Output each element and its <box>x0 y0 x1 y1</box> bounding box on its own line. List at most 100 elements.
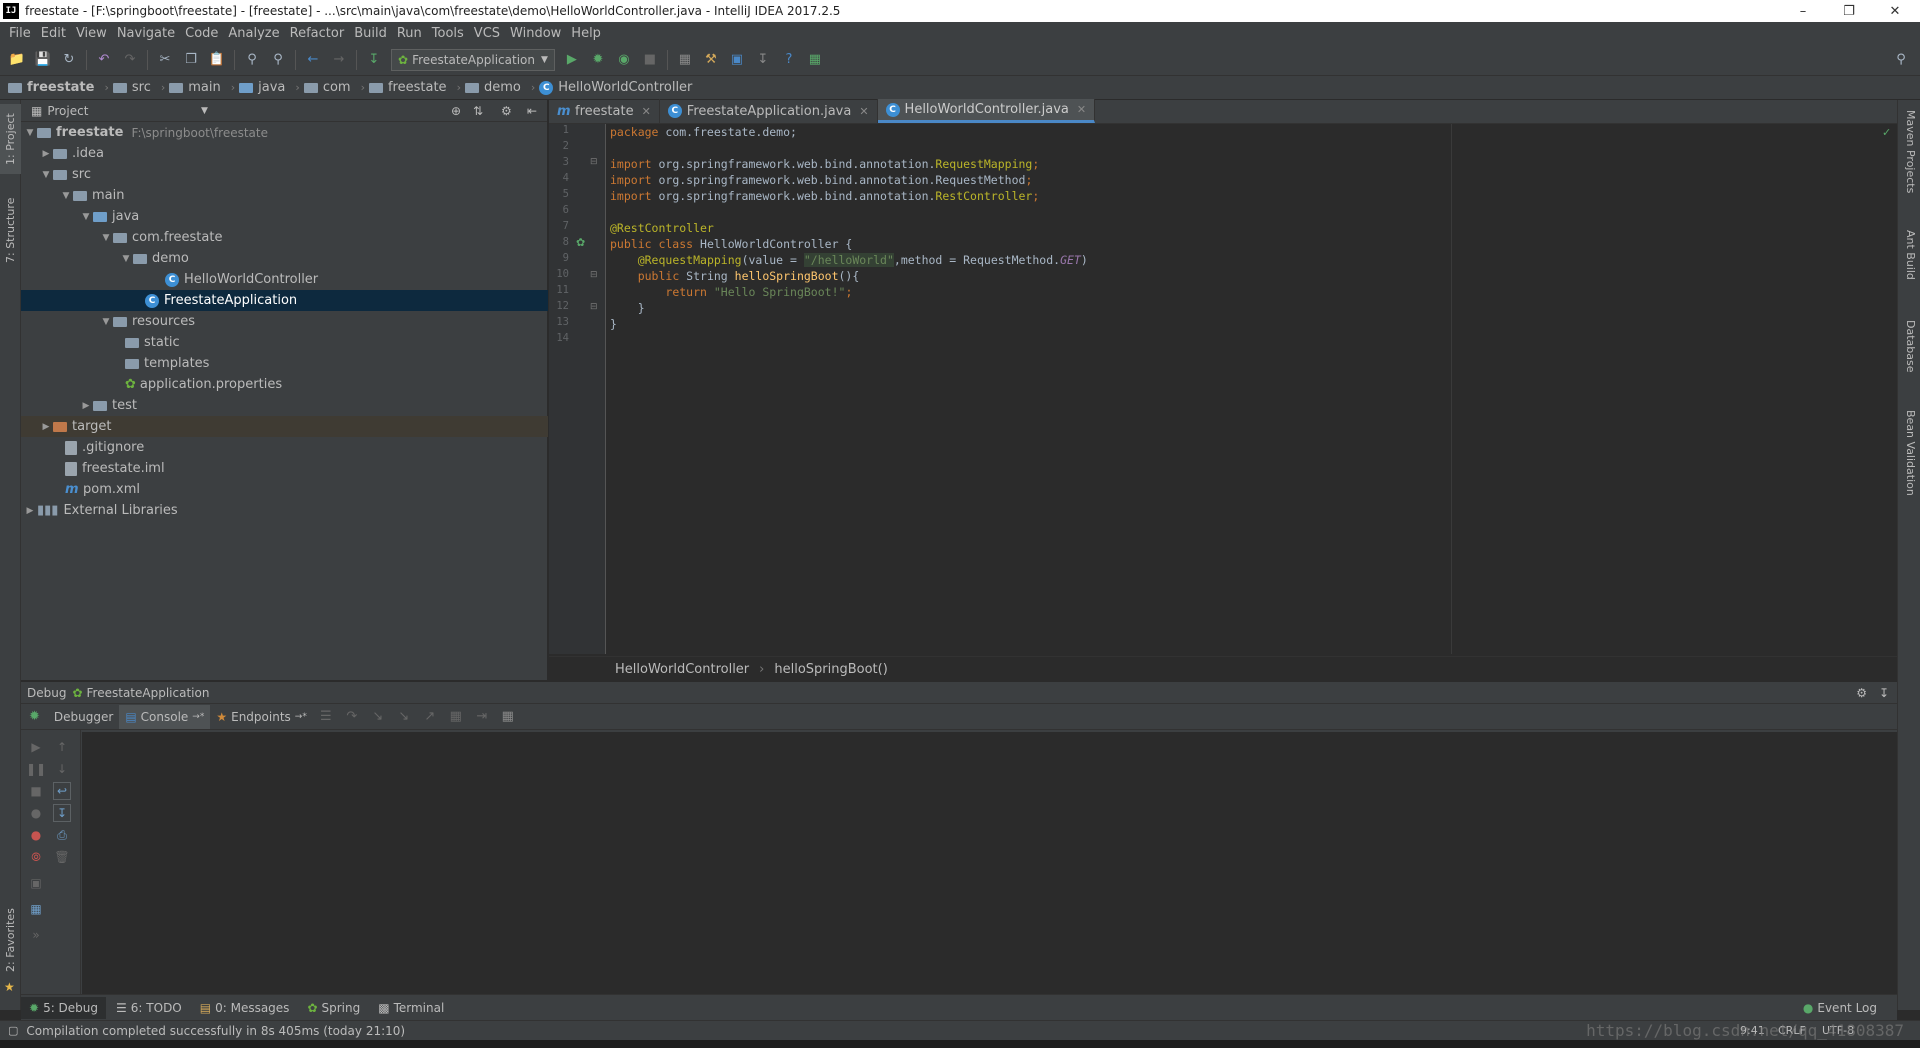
save-all-icon[interactable]: 💾 <box>32 49 54 71</box>
tab-console[interactable]: ▤ Console →* <box>119 704 211 729</box>
stop-icon[interactable]: ■ <box>27 782 45 800</box>
collapse-icon[interactable]: ⇅ <box>473 104 483 118</box>
pause-icon[interactable]: ❚❚ <box>26 760 46 778</box>
build-icon[interactable]: ↧ <box>363 49 385 71</box>
breadcrumb-freestate[interactable]: freestate <box>368 80 447 95</box>
tree-item-application[interactable]: C FreestateApplication <box>21 290 548 311</box>
tree-item-package[interactable]: ▼ com.freestate <box>21 227 548 248</box>
tab-project-tool[interactable]: 1: Project <box>0 104 21 174</box>
tree-item-src[interactable]: ▼ src <box>21 164 548 185</box>
tab-debug-tool[interactable]: ✹ 5: Debug <box>21 996 107 1019</box>
hide-icon[interactable]: ⇤ <box>527 104 537 118</box>
undo-icon[interactable]: ↶ <box>93 49 115 71</box>
copy-icon[interactable]: ❐ <box>180 49 202 71</box>
locate-icon[interactable]: ⊕ <box>451 104 461 118</box>
breadcrumb-java[interactable]: java <box>239 80 285 95</box>
project-view-select[interactable]: Project <box>47 104 88 118</box>
close-icon[interactable]: ✕ <box>1872 0 1918 22</box>
menu-build[interactable]: Build <box>349 26 392 41</box>
sync-icon[interactable]: ↻ <box>58 49 80 71</box>
forward-icon[interactable]: → <box>328 49 350 71</box>
menu-view[interactable]: View <box>71 26 112 41</box>
help-icon[interactable]: ? <box>778 49 800 71</box>
menu-edit[interactable]: Edit <box>36 26 71 41</box>
tree-item-static[interactable]: static <box>21 332 548 353</box>
tree-item-pom[interactable]: m pom.xml <box>21 479 548 500</box>
close-tab-icon[interactable]: ✕ <box>642 105 651 118</box>
close-tab-icon[interactable]: ✕ <box>859 105 868 118</box>
run-to-cursor-icon[interactable]: ⇥ <box>471 706 493 728</box>
menu-vcs[interactable]: VCS <box>469 26 505 41</box>
editor-crumb-method[interactable]: helloSpringBoot() <box>774 662 887 677</box>
menu-run[interactable]: Run <box>392 26 427 41</box>
find-icon[interactable]: ⚲ <box>241 49 263 71</box>
scroll-to-end-icon[interactable]: ↧ <box>53 804 71 822</box>
tree-item-iml[interactable]: freestate.iml <box>21 458 548 479</box>
tree-item-resources[interactable]: ▼ resources <box>21 311 548 332</box>
tree-item-target[interactable]: ▶ target <box>21 416 548 437</box>
menu-analyze[interactable]: Analyze <box>223 26 284 41</box>
plugin-icon[interactable]: ▦ <box>804 49 826 71</box>
show-execution-point-icon[interactable]: ☰ <box>315 706 337 728</box>
minimize-icon[interactable]: – <box>1780 0 1826 22</box>
camera-icon[interactable]: ▣ <box>27 874 45 892</box>
fold-icon[interactable]: ⊟ <box>590 157 598 167</box>
tab-favorites-tool[interactable]: 2: Favorites <box>0 900 21 980</box>
tab-endpoints[interactable]: ★ Endpoints →* <box>210 705 312 729</box>
tree-item-idea[interactable]: ▶ .idea <box>21 143 548 164</box>
tree-item-templates[interactable]: templates <box>21 353 548 374</box>
run-icon[interactable]: ▶ <box>561 49 583 71</box>
tree-item-java[interactable]: ▼ java <box>21 206 548 227</box>
view-breakpoints-icon[interactable]: ● <box>27 804 45 822</box>
code-editor[interactable]: package com.freestate.demo; import org.s… <box>607 124 1897 654</box>
breadcrumb-demo[interactable]: demo <box>464 80 521 95</box>
breadcrumb-src[interactable]: src <box>112 80 151 95</box>
tree-item-controller[interactable]: C HelloWorldController <box>21 269 548 290</box>
redo-icon[interactable]: ↷ <box>119 49 141 71</box>
breadcrumb-com[interactable]: com <box>303 80 351 95</box>
tree-item-demo[interactable]: ▼ demo <box>21 248 548 269</box>
cut-icon[interactable]: ✂ <box>154 49 176 71</box>
tab-todo[interactable]: ☰ 6: TODO <box>108 997 190 1019</box>
tab-messages[interactable]: ▤ 0: Messages <box>192 997 298 1019</box>
tab-freestate-application[interactable]: C FreestateApplication.java ✕ <box>660 99 878 123</box>
layout-icon[interactable]: ▦ <box>27 900 45 918</box>
evaluate-icon[interactable]: ▦ <box>497 706 519 728</box>
menu-tools[interactable]: Tools <box>427 26 469 41</box>
menu-file[interactable]: File <box>4 26 36 41</box>
maximize-icon[interactable]: ❐ <box>1826 0 1872 22</box>
fold-icon[interactable]: ⊟ <box>590 302 598 312</box>
back-icon[interactable]: ← <box>302 49 324 71</box>
chevron-down-icon[interactable]: ▼ <box>201 106 208 116</box>
tab-terminal[interactable]: ▩ Terminal <box>370 997 452 1019</box>
vcs-icon[interactable]: ↧ <box>752 49 774 71</box>
clear-icon[interactable]: 🗑 <box>53 848 71 866</box>
console-output[interactable] <box>82 732 1897 994</box>
search-everywhere-icon[interactable]: ⚲ <box>1890 49 1912 71</box>
spring-bean-gutter-icon[interactable]: ✿ <box>576 236 585 249</box>
up-icon[interactable]: ↑ <box>53 738 71 756</box>
menu-window[interactable]: Window <box>505 26 566 41</box>
hide-icon[interactable]: ↧ <box>1879 686 1889 700</box>
gear-icon[interactable]: ⚙ <box>501 104 512 118</box>
debug-icon[interactable]: ✹ <box>587 49 609 71</box>
tab-structure-tool[interactable]: 7: Structure <box>0 190 21 270</box>
settings-icon[interactable]: ⚒ <box>700 49 722 71</box>
tree-item-gitignore[interactable]: .gitignore <box>21 437 548 458</box>
breakpoints-icon[interactable]: ● <box>27 826 45 844</box>
open-folder-icon[interactable]: 📁 <box>6 49 28 71</box>
menu-navigate[interactable]: Navigate <box>112 26 180 41</box>
breadcrumb-main[interactable]: main <box>169 80 221 95</box>
status-toggle-icon[interactable]: ▢ <box>8 1024 18 1037</box>
menu-refactor[interactable]: Refactor <box>285 26 350 41</box>
paste-icon[interactable]: 📋 <box>206 49 228 71</box>
tree-item-test[interactable]: ▶ test <box>21 395 548 416</box>
tree-item-main[interactable]: ▼ main <box>21 185 548 206</box>
tab-bean-validation[interactable]: Bean Validation <box>1900 410 1920 520</box>
tab-hello-world-controller[interactable]: C HelloWorldController.java ✕ <box>877 99 1096 123</box>
editor-crumb-class[interactable]: HelloWorldController <box>615 662 749 677</box>
step-into-icon[interactable]: ↘ <box>367 706 389 728</box>
tab-ant-build[interactable]: Ant Build <box>1900 230 1920 300</box>
run-configuration-select[interactable]: ✿ FreestateApplication ▼ <box>391 48 555 71</box>
mute-breakpoints-icon[interactable]: ⦾ <box>27 848 45 866</box>
